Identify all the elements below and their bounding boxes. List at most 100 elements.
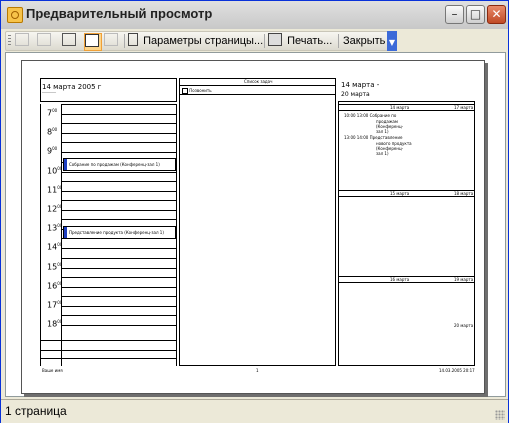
task-header-rule [179,85,336,86]
close-window-button[interactable]: ✕ [487,5,506,24]
week-item-text: зал 1) [376,129,389,134]
hour-number: 16 [47,281,58,291]
hour-number: 14 [47,242,58,252]
week-item-text: 10:00 13:00 Собрание по [344,113,397,118]
left-bottom-rule [40,340,177,341]
hour-label: 1400 [47,242,62,252]
toolbar-grip-icon[interactable] [8,35,11,47]
page-count-status: 1 страница [5,404,67,418]
hour-label: 1500 [47,262,62,272]
hour-rule [62,181,176,182]
half-hour-rule [62,248,176,249]
magnifier-icon [62,33,76,46]
preview-page: 14 марта 2005 г ‾‾‾‾‾‾‾ 700 800 900 1000 110… [21,60,485,394]
actual-size-button[interactable] [62,33,78,49]
calendar-event-2: Представление продукта (Конференц-зал 1) [63,226,176,239]
page-down-icon [37,33,51,46]
close-label: Закрыть [343,35,386,47]
hour-label: 1600 [47,281,62,291]
printer-icon [268,33,282,46]
hour-label: 800 [47,127,57,137]
week-day-label: 19 марта [454,277,474,282]
minimize-button[interactable]: – [445,5,464,24]
right-date: 14 марта - [341,81,380,89]
page-footer-right: 14.03.2005 20:17 [439,368,475,373]
hour-label: 900 [47,146,57,156]
half-hour-rule [62,191,176,192]
title-bar[interactable]: Предварительный просмотр – □ ✕ [1,1,508,29]
hour-label: 1000 [47,166,62,176]
hour-rule [62,296,176,297]
print-button[interactable]: Печать... [268,33,332,49]
task-list-header: Список задач [244,79,273,84]
half-hour-rule [62,325,176,326]
calendar-event-1: Собрание по продажам (Конференц-зал 1) [63,158,176,171]
event-2-label: Представление продукта (Конференц-зал 1) [69,230,164,235]
status-bar: 1 страница [1,399,508,423]
hour-label: 700 [47,108,57,118]
right-subdate: 20 марта [341,91,370,98]
week-section-header: 15 марта 18 марта [338,190,475,197]
one-page-icon [85,34,99,47]
toolbar-separator [264,34,265,48]
hour-suffix: 00 [57,223,63,228]
hour-rule [62,200,176,201]
page-up-icon [15,33,29,46]
left-bottom-rule [40,358,177,359]
task-list-box [179,78,336,366]
multiple-pages-button[interactable] [104,33,120,49]
left-bottom-rule [40,350,177,351]
half-hour-rule [62,172,176,173]
hour-number: 18 [47,319,58,329]
hour-suffix: 00 [57,204,63,209]
preview-area[interactable]: 14 марта 2005 г ‾‾‾‾‾‾‾ 700 800 900 1000 110… [5,52,506,397]
toolbar-separator [338,34,339,48]
hour-rule [62,123,176,124]
page-setup-button[interactable]: Параметры страницы... [128,33,263,49]
task-row-rule [179,94,336,95]
print-label: Печать... [287,35,333,47]
week-footer-day: 20 марта [454,323,474,328]
week-day-label: 14 марта [390,105,410,110]
half-hour-rule [62,114,176,115]
print-preview-window: Предварительный просмотр – □ ✕ Параметры… [0,0,509,423]
page-up-button[interactable] [15,33,31,49]
hour-rule [62,277,176,278]
one-page-button[interactable] [84,33,102,51]
hour-suffix: 00 [57,242,63,247]
left-right-line [176,104,177,366]
hour-suffix: 00 [52,146,58,151]
hour-number: 12 [47,204,58,214]
half-hour-rule [62,133,176,134]
half-hour-rule [62,210,176,211]
hour-rule [62,219,176,220]
page-setup-icon [128,33,138,46]
hour-number: 15 [47,262,58,272]
half-hour-rule [62,287,176,288]
left-outer-line [40,104,41,366]
event-1-label: Собрание по продажам (Конференц-зал 1) [69,162,160,167]
preview-toolbar: Параметры страницы... Печать... Закрыть [5,31,397,51]
page-footer-left: Ваше имя [42,368,63,373]
half-hour-rule [62,306,176,307]
hour-number: 13 [47,223,58,233]
hour-label: 1700 [47,300,62,310]
app-icon [7,7,23,23]
week-item-text: зал 1) [376,151,389,156]
maximize-button[interactable]: □ [466,5,485,24]
toolbar-separator [124,34,125,48]
hour-label: 1100 [47,185,62,195]
page-down-button[interactable] [37,33,53,49]
hour-suffix: 00 [57,300,63,305]
hour-rule [62,104,176,105]
toolbar-options-chevron-icon[interactable]: ▼ [387,31,397,51]
week-day-label: 15 марта [390,191,410,196]
hour-rule [62,315,176,316]
hour-rule [62,142,176,143]
week-day-label: 16 марта [390,277,410,282]
close-preview-button[interactable]: Закрыть [343,33,385,49]
resize-grip-icon[interactable] [495,410,505,420]
hour-number: 10 [47,166,58,176]
page-setup-label: Параметры страницы... [143,35,264,47]
left-header-box [40,78,177,102]
